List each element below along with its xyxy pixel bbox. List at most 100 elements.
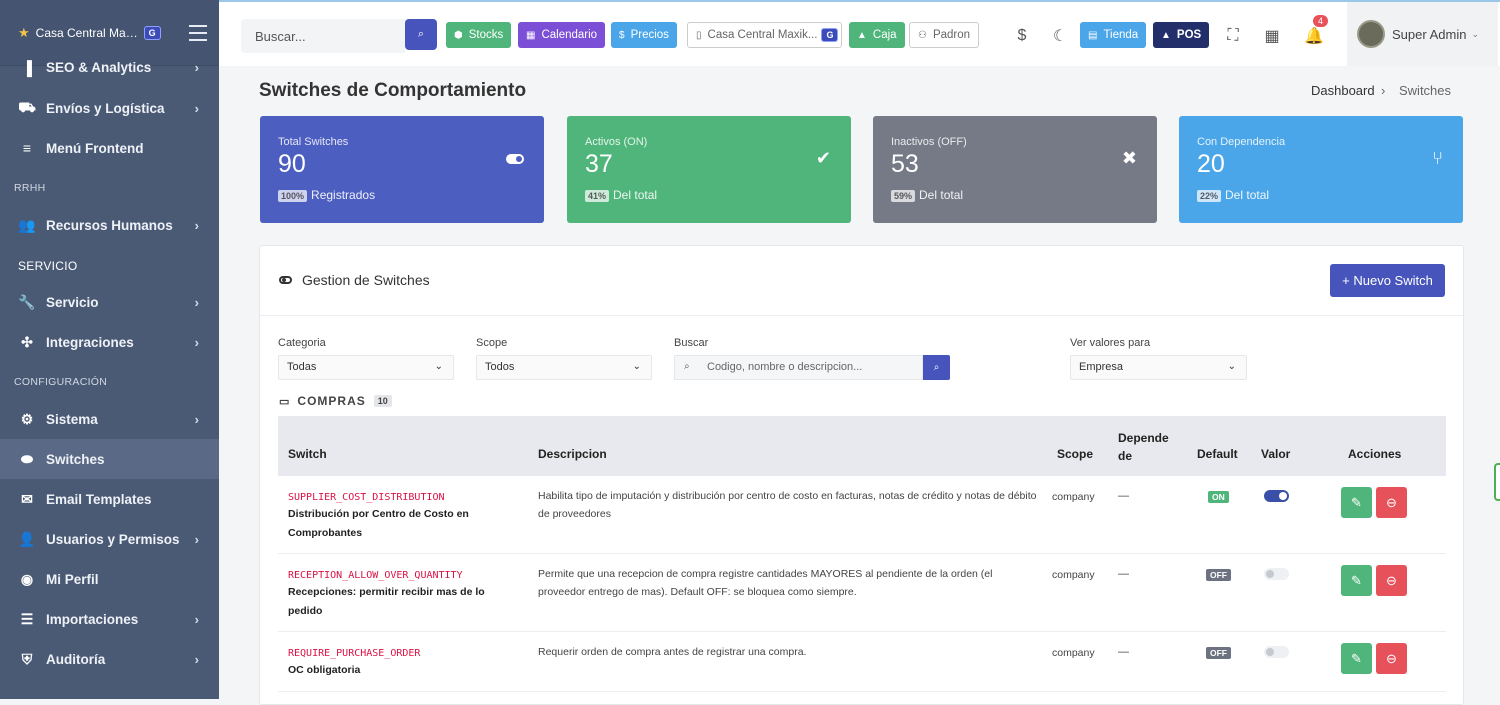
branch-selector[interactable]: ▯ Casa Central Maxik... G bbox=[687, 22, 842, 48]
global-search-input[interactable]: Buscar... bbox=[241, 19, 405, 53]
fullscreen-icon[interactable]: ⛶ bbox=[1221, 24, 1245, 48]
hamburger-menu-icon[interactable] bbox=[189, 25, 207, 46]
switch-search-input[interactable]: ⌕ Codigo, nombre o descripcion... bbox=[674, 355, 923, 380]
chevron-right-icon: › bbox=[194, 294, 199, 310]
ver-valores-select[interactable]: Empresa ⌄ bbox=[1070, 355, 1247, 380]
stat-value: 37 bbox=[585, 150, 613, 178]
delete-button[interactable]: ⊖ bbox=[1376, 487, 1407, 518]
x-circle-icon: ✖ bbox=[1121, 148, 1137, 168]
sidebar-item-menu-frontend[interactable]: ≡ Menú Frontend bbox=[0, 128, 219, 168]
sidebar-item-label: Integraciones bbox=[46, 334, 134, 350]
value-toggle[interactable] bbox=[1264, 568, 1289, 580]
switch-scope: company bbox=[1052, 647, 1095, 659]
gear-icon: ⚙ bbox=[20, 410, 34, 427]
chevron-right-icon: › bbox=[194, 217, 199, 233]
search-icon: ⌕ bbox=[417, 28, 425, 40]
store-icon: ▤ bbox=[1088, 29, 1098, 41]
edit-button[interactable]: ✎ bbox=[1341, 565, 1372, 596]
sidebar-item-sistema[interactable]: ⚙ Sistema › bbox=[0, 399, 219, 439]
stat-percent-badge: 59% bbox=[891, 190, 916, 202]
database-icon: ☰ bbox=[20, 610, 34, 627]
delete-button[interactable]: ⊖ bbox=[1376, 643, 1407, 674]
stat-foot: Del total bbox=[919, 188, 964, 202]
edit-button[interactable]: ✎ bbox=[1341, 487, 1372, 518]
user-name: Super Admin bbox=[1392, 26, 1467, 42]
edit-icon: ✎ bbox=[1351, 494, 1362, 510]
col-valor: Valor bbox=[1261, 447, 1291, 461]
padron-button[interactable]: ⚇ Padron bbox=[909, 22, 980, 48]
stat-foot: Del total bbox=[613, 188, 658, 202]
wrench-icon: 🔧 bbox=[18, 293, 36, 310]
value-toggle[interactable] bbox=[1264, 490, 1289, 502]
register-icon: ▲ bbox=[857, 29, 867, 41]
table-row: SUPPLIER_COST_DISTRIBUTION Distribución … bbox=[278, 476, 1446, 554]
menu-icon: ≡ bbox=[22, 140, 32, 156]
moon-icon[interactable]: ☾ bbox=[1048, 24, 1072, 48]
default-badge: ON bbox=[1208, 491, 1229, 503]
precios-button[interactable]: $ Precios bbox=[611, 22, 677, 48]
sidebar-item-mi-perfil[interactable]: ◉ Mi Perfil bbox=[0, 559, 219, 599]
pos-button[interactable]: ▲ POS bbox=[1153, 22, 1210, 48]
switch-code: RECEPTION_ALLOW_OVER_QUANTITY bbox=[288, 570, 463, 581]
default-badge: OFF bbox=[1206, 569, 1231, 581]
col-descripcion: Descripcion bbox=[538, 447, 607, 461]
sidebar-item-usuarios[interactable]: 👤 Usuarios y Permisos › bbox=[0, 519, 219, 559]
sidebar-item-label: Servicio bbox=[46, 294, 99, 310]
currency-icon[interactable]: $ bbox=[1010, 24, 1034, 48]
floating-tab-handle[interactable] bbox=[1494, 463, 1500, 501]
sidebar-item-seo[interactable]: ▐ SEO & Analytics › bbox=[0, 50, 219, 86]
col-default: Default bbox=[1197, 447, 1238, 461]
switch-dependency: — bbox=[1118, 568, 1129, 580]
user-menu[interactable]: Super Admin ⌄ bbox=[1347, 2, 1498, 66]
group-count-badge: 10 bbox=[373, 395, 392, 407]
mail-icon: ✉ bbox=[21, 490, 33, 507]
value-toggle[interactable] bbox=[1264, 646, 1289, 658]
trash-icon: ⊖ bbox=[1386, 650, 1397, 666]
folder-icon: ▭ bbox=[279, 395, 290, 408]
calendario-button[interactable]: ▦ Calendario bbox=[518, 22, 606, 48]
categoria-label: Categoria bbox=[278, 337, 326, 349]
stat-inactivos: Inactivos (OFF) 53 59% Del total ✖ bbox=[873, 116, 1157, 223]
chevron-right-icon: › bbox=[194, 334, 199, 350]
new-switch-button[interactable]: + Nuevo Switch bbox=[1330, 264, 1445, 297]
scope-select[interactable]: Todos ⌄ bbox=[476, 355, 652, 380]
edit-button[interactable]: ✎ bbox=[1341, 643, 1372, 674]
profile-icon: ◉ bbox=[20, 570, 34, 587]
sidebar: ★ Casa Central Maxikiosko G ▐ SEO & Anal… bbox=[0, 0, 219, 699]
branch-label: Casa Central Maxik... bbox=[707, 29, 818, 41]
sidebar-item-email-templates[interactable]: ✉ Email Templates bbox=[0, 479, 219, 519]
sidebar-item-auditoria[interactable]: ⛨ Auditoría › bbox=[0, 639, 219, 679]
sidebar-item-envios[interactable]: ⛟ Envíos y Logística › bbox=[0, 88, 219, 128]
bell-icon[interactable]: 🔔 bbox=[1302, 24, 1326, 48]
sidebar-item-switches[interactable]: ⬬ Switches bbox=[0, 439, 219, 479]
apps-grid-icon[interactable]: ▦ bbox=[1260, 24, 1284, 48]
search-button[interactable]: ⌕ bbox=[405, 19, 437, 50]
trash-icon: ⊖ bbox=[1386, 494, 1397, 510]
switch-name: OC obligatoria bbox=[288, 664, 361, 676]
sidebar-item-label: Email Templates bbox=[46, 491, 152, 507]
scope-label: Scope bbox=[476, 337, 508, 349]
notification-count: 4 bbox=[1313, 15, 1329, 27]
group-name: COMPRAS bbox=[297, 394, 366, 408]
stocks-button[interactable]: ⬢ Stocks bbox=[446, 22, 512, 48]
stat-label: Con Dependencia bbox=[1197, 136, 1286, 148]
tienda-button[interactable]: ▤ Tienda bbox=[1080, 22, 1147, 48]
col-switch: Switch bbox=[288, 447, 327, 461]
sidebar-item-importaciones[interactable]: ☰ Importaciones › bbox=[0, 599, 219, 639]
caja-button[interactable]: ▲ Caja bbox=[849, 22, 905, 48]
check-circle-icon: ✔ bbox=[815, 148, 831, 168]
delete-button[interactable]: ⊖ bbox=[1376, 565, 1407, 596]
stat-value: 90 bbox=[278, 150, 306, 178]
star-icon: ★ bbox=[18, 24, 30, 40]
sidebar-item-recursos-humanos[interactable]: 👥 Recursos Humanos › bbox=[0, 205, 219, 245]
sidebar-item-servicio[interactable]: 🔧 Servicio › bbox=[0, 282, 219, 322]
sidebar-item-label: Importaciones bbox=[46, 611, 139, 627]
col-scope: Scope bbox=[1057, 447, 1094, 461]
breadcrumb-dashboard[interactable]: Dashboard bbox=[1311, 83, 1375, 98]
sidebar-item-label: Recursos Humanos bbox=[46, 217, 173, 233]
chevron-right-icon: › bbox=[194, 651, 199, 667]
col-acciones: Acciones bbox=[1348, 447, 1402, 461]
sidebar-item-integraciones[interactable]: ✣ Integraciones › bbox=[0, 322, 219, 362]
switch-search-button[interactable]: ⌕ bbox=[923, 355, 950, 380]
categoria-select[interactable]: Todas ⌄ bbox=[278, 355, 454, 380]
